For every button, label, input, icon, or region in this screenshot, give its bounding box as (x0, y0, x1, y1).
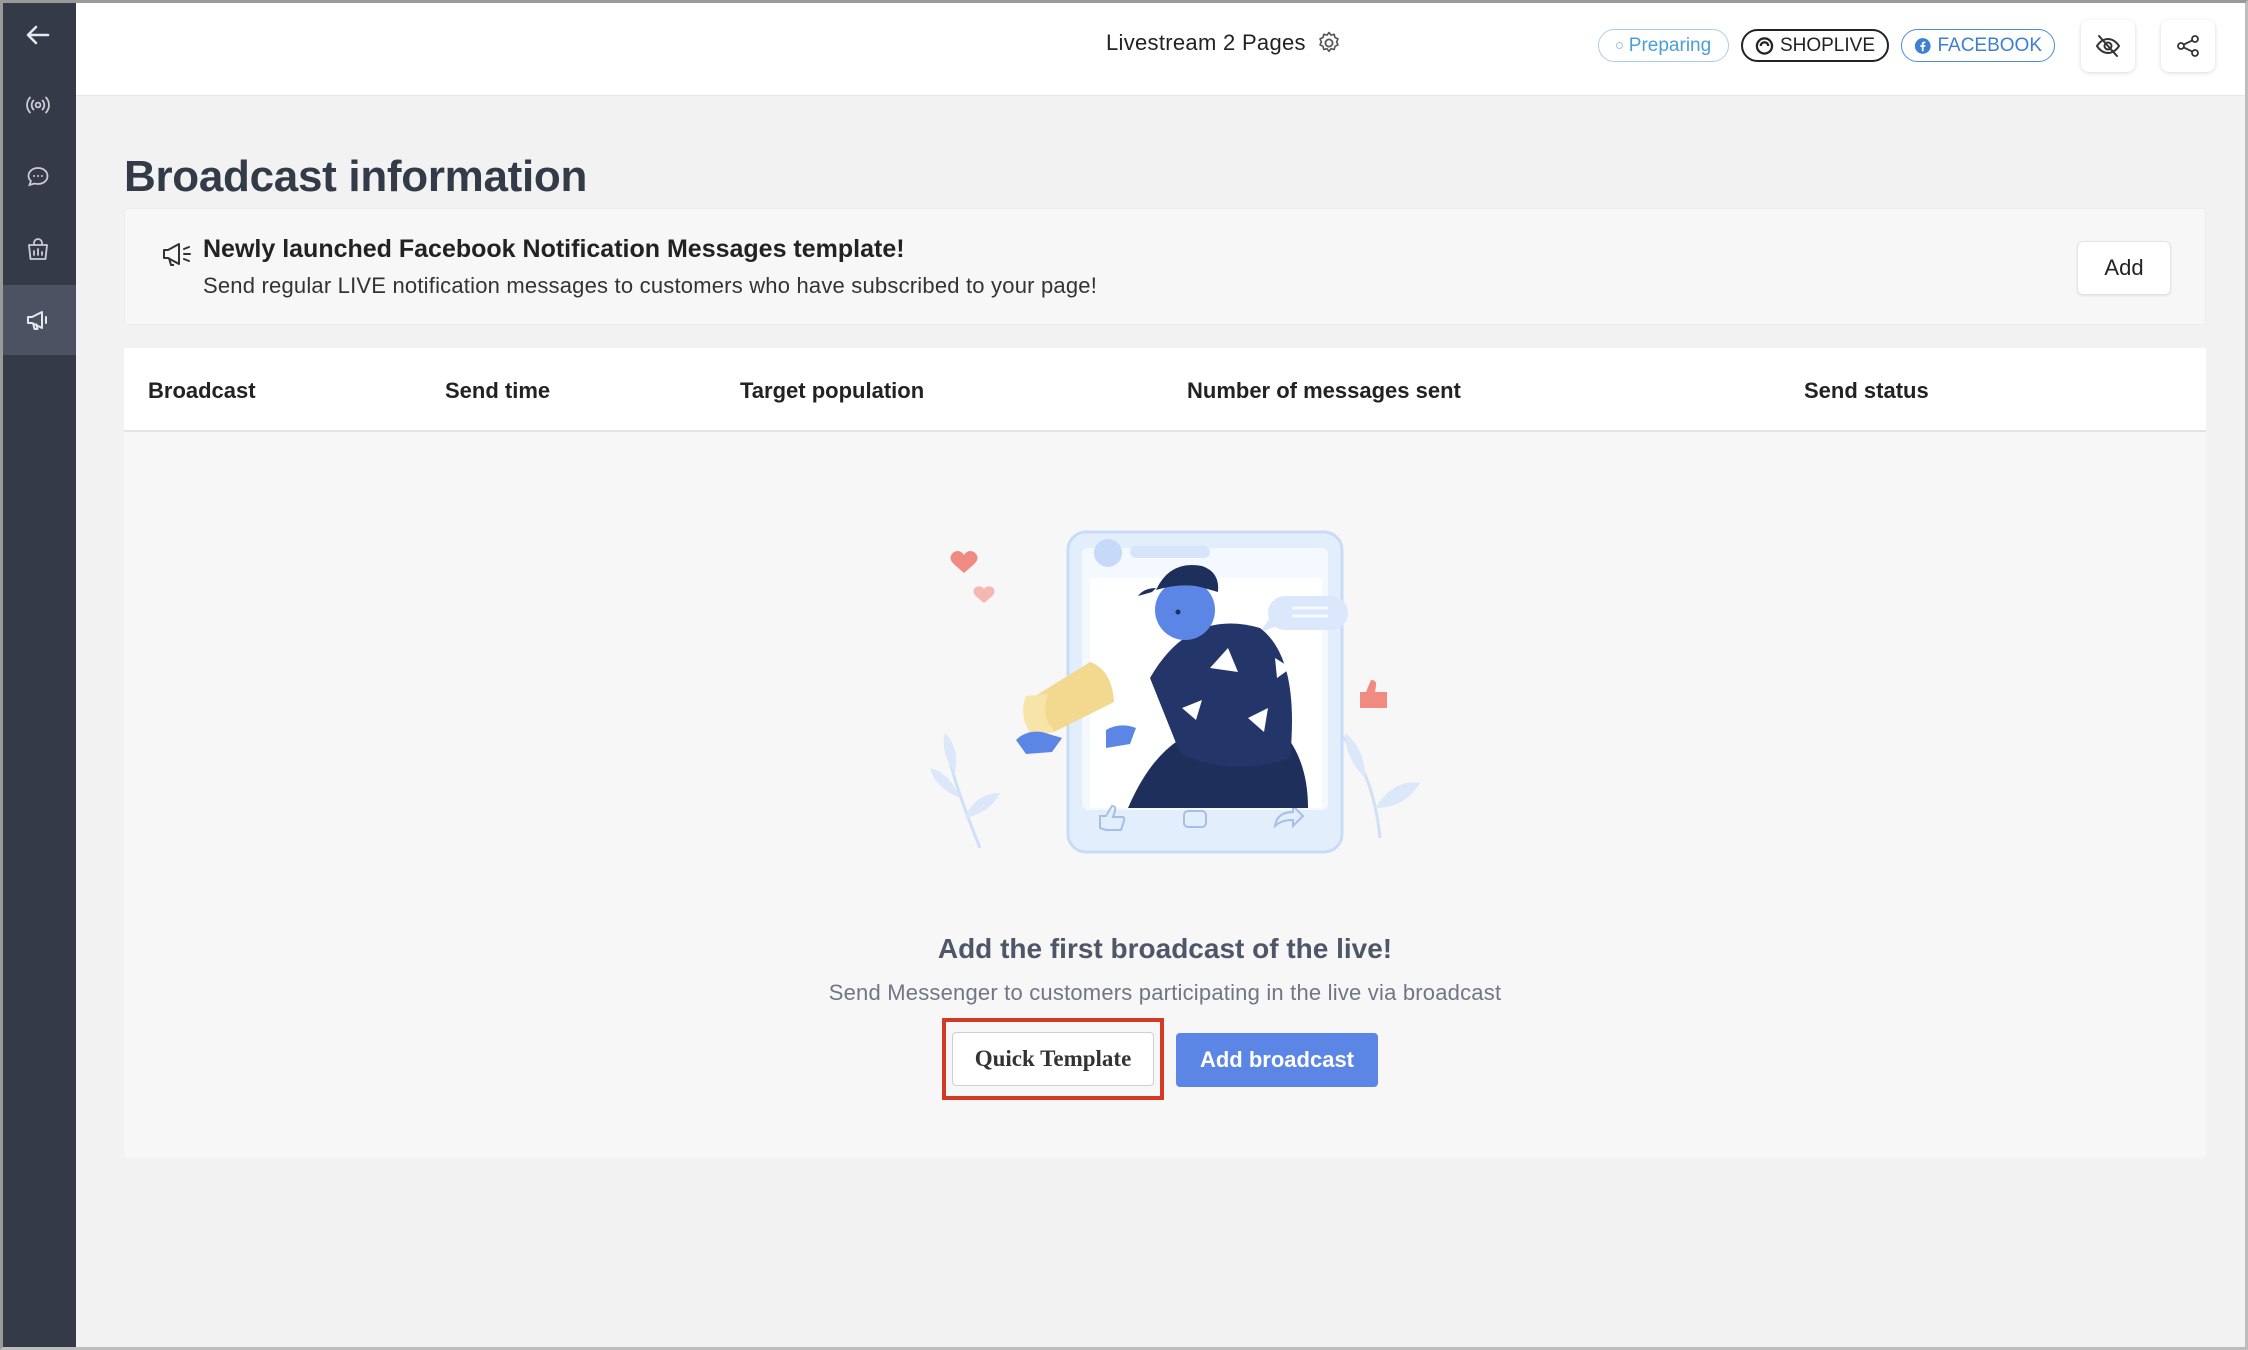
sidebar (0, 0, 76, 1350)
column-header-send-status: Send status (1804, 378, 1929, 403)
facebook-logo-icon (1914, 37, 1931, 54)
status-dot-icon (1615, 42, 1623, 49)
page-title: Broadcast information (124, 152, 588, 201)
facebook-label: FACEBOOK (1937, 34, 2042, 56)
top-bar: Livestream 2 Pages Preparing SHOPLIVE FA… (76, 0, 2248, 96)
visibility-toggle-button[interactable] (2081, 20, 2135, 72)
quick-template-button[interactable]: Quick Template (952, 1032, 1154, 1086)
empty-state-illustration (930, 530, 1420, 854)
column-header-broadcast: Broadcast (148, 378, 256, 403)
megaphone-icon (27, 311, 47, 330)
table-header: Broadcast Send time Target population Nu… (124, 348, 2206, 432)
livestream-title: Livestream 2 Pages (1106, 30, 1342, 56)
notice-description: Send regular LIVE notification messages … (203, 273, 1098, 298)
sidebar-item-broadcast[interactable] (0, 285, 76, 355)
broadcast-table: Broadcast Send time Target population Nu… (124, 348, 2206, 1158)
sidebar-item-live[interactable] (0, 70, 76, 140)
column-header-target-population: Target population (740, 378, 925, 403)
add-template-button[interactable]: Add (2077, 241, 2171, 295)
back-button[interactable] (0, 0, 76, 70)
gear-icon[interactable] (1316, 30, 1342, 56)
platform-badge-shoplive: SHOPLIVE (1741, 29, 1889, 62)
column-header-messages-sent: Number of messages sent (1187, 378, 1461, 403)
empty-state-title: Add the first broadcast of the live! (937, 933, 1393, 964)
megaphone-outline-icon (163, 243, 191, 266)
shoplive-logo-icon (1755, 36, 1774, 55)
arrow-left-icon (26, 25, 50, 45)
livestream-title-text: Livestream 2 Pages (1106, 30, 1306, 55)
add-broadcast-button[interactable]: Add broadcast (1176, 1033, 1378, 1087)
sidebar-item-chat[interactable] (0, 142, 76, 212)
platform-badge-facebook: FACEBOOK (1901, 29, 2055, 62)
share-button[interactable] (2161, 20, 2215, 72)
facebook-template-notice: Newly launched Facebook Notification Mes… (124, 208, 2206, 325)
shoplive-label: SHOPLIVE (1779, 34, 1875, 56)
status-badge-preparing: Preparing (1598, 29, 1729, 62)
share-icon (2177, 35, 2199, 57)
status-badge-label: Preparing (1628, 34, 1712, 56)
shopping-bag-icon (28, 238, 48, 260)
broadcast-signal-icon (26, 96, 50, 114)
empty-state-description: Send Messenger to customers participatin… (828, 980, 1502, 1005)
sidebar-item-products[interactable] (0, 214, 76, 284)
column-header-send-time: Send time (445, 378, 551, 403)
eye-off-icon (2095, 35, 2121, 57)
chat-bubble-icon (27, 167, 49, 187)
notice-title: Newly launched Facebook Notification Mes… (203, 235, 905, 263)
